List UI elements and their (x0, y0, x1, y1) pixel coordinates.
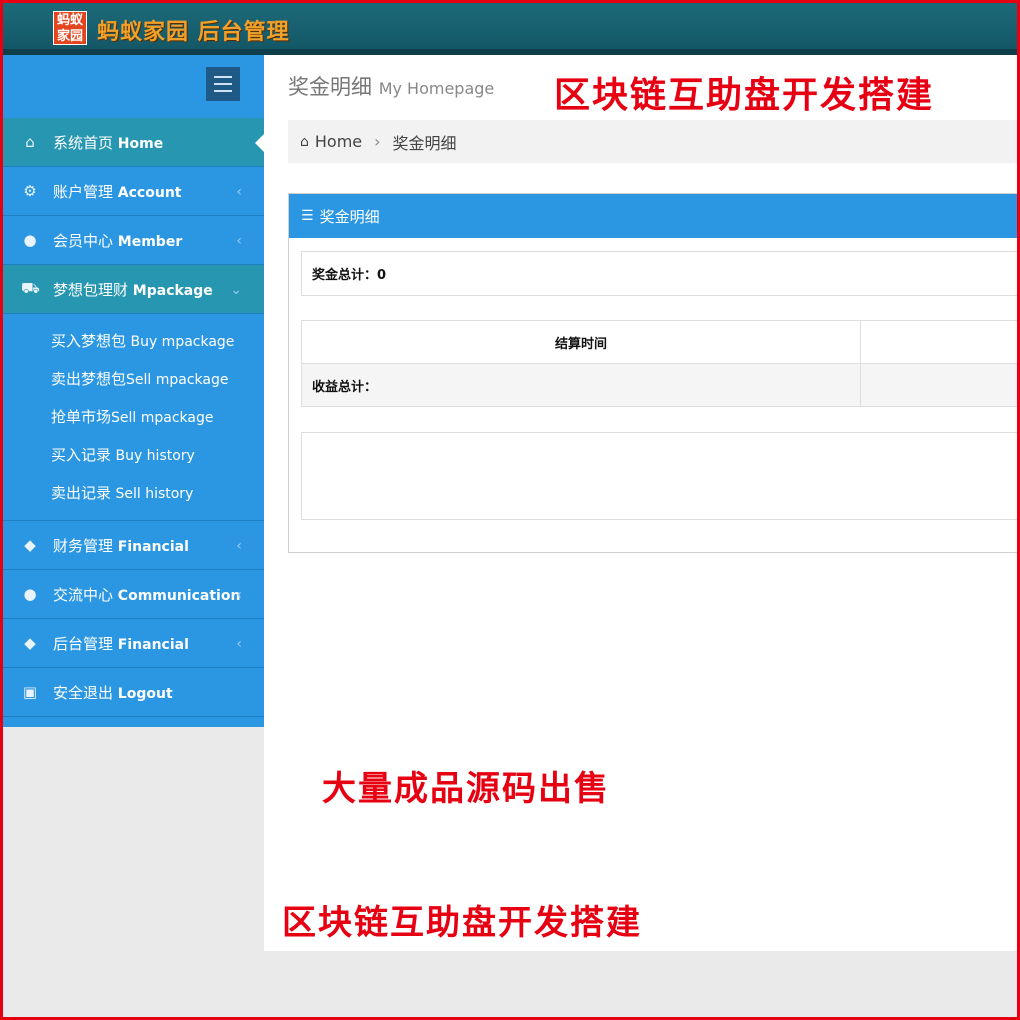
bonus-panel: ☰ 奖金明细 奖金总计：0 结算时间 收益总计： (288, 193, 1018, 553)
tags-icon: ◆ (24, 634, 36, 652)
chevron-left-icon: ‹ (236, 538, 242, 554)
tags-icon: ◆ (24, 536, 36, 554)
sidebar-item-label: 梦想包理财 (53, 280, 129, 299)
sidebar-item-label: 会员中心 (53, 231, 114, 250)
sidebar-item-en: Financial (117, 636, 189, 653)
sidebar-item-admin[interactable]: ◆ 后台管理 Financial ‹ (3, 619, 264, 668)
chevron-left-icon: ‹ (236, 184, 242, 200)
home-icon: ⌂ (300, 133, 309, 150)
list-icon: ☰ (301, 208, 314, 224)
page-title: 奖金明细 My Homepage (288, 75, 495, 99)
bonus-table: 结算时间 收益总计： (301, 320, 1018, 407)
sidebar-item-label: 安全退出 (53, 683, 114, 702)
sidebar-item-label: 后台管理 (53, 634, 114, 653)
empty-list-area (301, 432, 1017, 520)
sidebar-item-member[interactable]: ● 会员中心 Member ‹ (3, 216, 264, 265)
submenu-item-sell-history[interactable]: 卖出记录 Sell history (3, 474, 264, 512)
submenu-item-market[interactable]: 抢单市场Sell mpackage (3, 398, 264, 436)
sidebar-item-label: 账户管理 (53, 182, 114, 201)
hamburger-icon (214, 76, 232, 78)
sidebar-item-financial[interactable]: ◆ 财务管理 Financial ‹ (3, 521, 264, 570)
breadcrumb: ⌂ Home › 奖金明细 (288, 120, 1017, 163)
chevron-down-icon: ⌄ (230, 282, 242, 298)
sidebar-header (3, 55, 264, 118)
logo-text-1: 蚂蚁 (56, 13, 83, 28)
main-content: 奖金明细 My Homepage 区块链互助盘开发搭建 ⌂ Home › 奖金明… (264, 55, 1018, 951)
sidebar-item-logout[interactable]: ▣ 安全退出 Logout (3, 668, 264, 717)
breadcrumb-home-link[interactable]: Home (315, 132, 362, 151)
ad-text-middle: 大量成品源码出售 (322, 769, 610, 809)
breadcrumb-current: 奖金明细 (392, 133, 457, 153)
sidebar-item-en: Mpackage (132, 282, 213, 299)
sidebar-item-en: Financial (117, 538, 189, 555)
logo: 蚂蚁 家园 (53, 11, 87, 45)
user-icon: ● (23, 231, 37, 249)
sidebar-item-en: Communication (117, 587, 241, 604)
sidebar-item-mpackage[interactable]: ⛟ 梦想包理财 Mpackage ⌄ (3, 265, 264, 314)
sidebar-item-account[interactable]: ⚙ 账户管理 Account ‹ (3, 167, 264, 216)
table-header-empty (860, 320, 1018, 364)
income-total-value (860, 363, 1018, 407)
sidebar-item-label: 财务管理 (53, 536, 114, 555)
ad-text-bottom: 区块链互助盘开发搭建 (282, 903, 642, 943)
page-subtitle: My Homepage (378, 79, 495, 98)
chevron-right-icon: › (374, 132, 381, 151)
sidebar-item-en: Home (117, 135, 164, 152)
panel-title: 奖金明细 (319, 207, 380, 226)
chevron-left-icon: ‹ (236, 587, 242, 603)
sidebar-item-home[interactable]: ⌂ 系统首页 Home (3, 118, 265, 167)
panel-header: ☰ 奖金明细 (289, 194, 1017, 238)
mpackage-submenu: 买入梦想包 Buy mpackage 卖出梦想包Sell mpackage 抢单… (3, 314, 264, 521)
sidebar-item-communication[interactable]: ● 交流中心 Communication ‹ (3, 570, 264, 619)
brand-title: 蚂蚁家园 后台管理 (97, 20, 290, 45)
chevron-left-icon: ‹ (236, 636, 242, 652)
bonus-total: 奖金总计：0 (301, 251, 1017, 296)
sidebar-item-en: Account (117, 184, 182, 201)
table-header-settle-time: 结算时间 (301, 320, 861, 364)
sidebar-item-en: Logout (117, 685, 173, 702)
submenu-item-sell[interactable]: 卖出梦想包Sell mpackage (3, 360, 264, 398)
chevron-left-icon: ‹ (236, 233, 242, 249)
comments-icon: ● (23, 585, 37, 603)
cart-icon: ⛟ (21, 279, 40, 297)
income-total-label: 收益总计： (301, 363, 861, 407)
sidebar: ⌂ 系统首页 Home ⚙ 账户管理 Account ‹ ● 会员中心 Memb… (3, 55, 265, 727)
sidebar-item-label: 交流中心 (53, 585, 114, 604)
sidebar-item-label: 系统首页 (53, 133, 114, 152)
gear-icon: ⚙ (23, 182, 37, 200)
ad-text-top: 区块链互助盘开发搭建 (554, 75, 935, 116)
sidebar-item-en: Member (117, 233, 183, 250)
submenu-item-buy[interactable]: 买入梦想包 Buy mpackage (3, 322, 264, 360)
home-icon: ⌂ (25, 133, 35, 151)
top-bar: 蚂蚁 家园 蚂蚁家园 后台管理 (3, 3, 1017, 55)
logo-text-2: 家园 (56, 29, 83, 44)
lock-icon: ▣ (22, 683, 38, 701)
submenu-item-buy-history[interactable]: 买入记录 Buy history (3, 436, 264, 474)
menu-toggle-button[interactable] (206, 67, 240, 101)
